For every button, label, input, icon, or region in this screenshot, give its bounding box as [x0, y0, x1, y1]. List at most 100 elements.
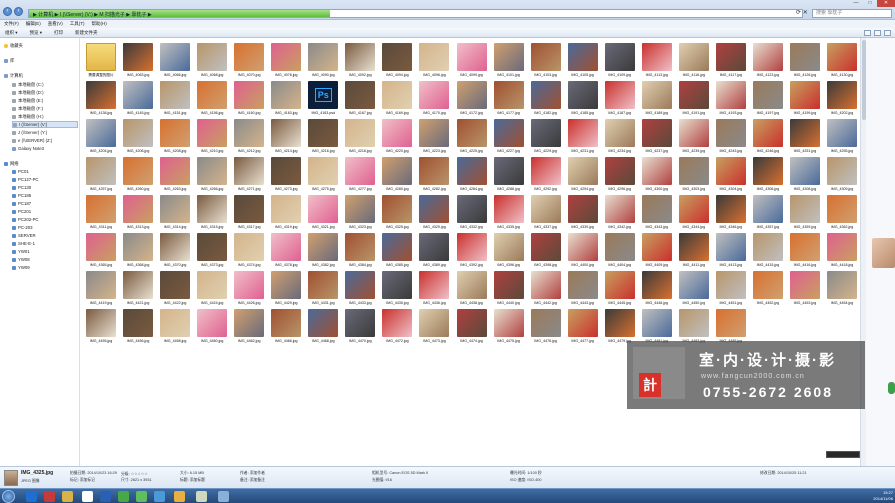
maximize-button[interactable]: □: [863, 0, 877, 7]
detail-field[interactable]: 分级: ☆☆☆☆☆: [121, 471, 148, 477]
file-item[interactable]: IMG_4187.jpg: [603, 80, 637, 120]
file-item[interactable]: IMG_4426.jpg: [232, 270, 266, 310]
file-item[interactable]: IMG_4453.jpg: [788, 270, 822, 310]
file-item[interactable]: IMG_4436.jpg: [417, 270, 451, 310]
file-item[interactable]: IMG_4138.jpg: [84, 80, 118, 120]
file-item[interactable]: IMG_4400.jpg: [566, 232, 600, 272]
file-item[interactable]: IMG_4454.jpg: [825, 270, 858, 310]
view-slider[interactable]: [826, 451, 860, 458]
file-item[interactable]: IMG_4344.jpg: [677, 194, 711, 234]
back-button[interactable]: ‹: [3, 7, 12, 16]
file-item[interactable]: IMG_4266.jpg: [195, 156, 229, 196]
file-item[interactable]: IMG_4475.jpg: [492, 308, 526, 348]
file-item[interactable]: IMG_4389.jpg: [417, 232, 451, 272]
detail-field[interactable]: 大小: 6.15 MB: [180, 471, 204, 476]
side-widget-icon[interactable]: [888, 382, 895, 394]
file-item[interactable]: IMG_4419.jpg: [84, 270, 118, 310]
system-tray[interactable]: 15:27 2014/11/06: [873, 490, 893, 502]
sidebar-item[interactable]: 本地磁盘 (E:): [12, 97, 78, 104]
file-item[interactable]: IMG_4346.jpg: [714, 194, 748, 234]
refresh-icon[interactable]: ⟳ ✕: [796, 9, 810, 18]
sidebar-item[interactable]: SERVER: [12, 232, 78, 239]
sidebar-item[interactable]: PC202-PC: [12, 216, 78, 223]
detail-field[interactable]: 曝光时间: 1/100 秒: [510, 471, 542, 476]
file-item[interactable]: IMG_4474.jpg: [455, 308, 489, 348]
file-item[interactable]: 需要调整的图片: [84, 42, 118, 82]
sidebar-item[interactable]: PC201: [12, 208, 78, 215]
file-item[interactable]: IMG_4117.jpg: [714, 42, 748, 82]
file-item[interactable]: IMG_4282.jpg: [417, 156, 451, 196]
file-item[interactable]: IMG_4156.jpg: [195, 80, 229, 120]
file-item[interactable]: IMG_4362.jpg: [825, 194, 858, 234]
file-item[interactable]: IMG_4145.jpg: [121, 80, 155, 120]
calendar-taskbar-icon[interactable]: [44, 491, 55, 502]
sidebar-item[interactable]: PC130: [12, 184, 78, 191]
file-item[interactable]: IMG_4468.jpg: [306, 308, 340, 348]
file-item[interactable]: IMG_4452.jpg: [751, 270, 785, 310]
new-folder-button[interactable]: 新建文件夹: [75, 28, 98, 37]
file-item[interactable]: IMG_4429.jpg: [269, 270, 303, 310]
file-item[interactable]: IMG_4068.jpg: [195, 42, 229, 82]
help-icon[interactable]: [884, 30, 891, 36]
file-item[interactable]: IMG_4370.jpg: [158, 232, 192, 272]
file-item[interactable]: IMG_4257.jpg: [84, 156, 118, 196]
file-item[interactable]: IMG_4185.jpg: [566, 80, 600, 120]
file-item[interactable]: IMG_4304.jpg: [714, 156, 748, 196]
file-item[interactable]: IMG_4373.jpg: [195, 232, 229, 272]
app-taskbar-icon[interactable]: [82, 491, 93, 502]
file-item[interactable]: IMG_4113.jpg: [640, 42, 674, 82]
sidebar-item[interactable]: YW09: [12, 264, 78, 271]
detail-field[interactable]: 标记: 添加标记: [70, 478, 95, 483]
file-item[interactable]: IMG_4066.jpg: [158, 42, 192, 82]
file-item[interactable]: IMG_4092.jpg: [343, 42, 377, 82]
file-item[interactable]: IMG_4116.jpg: [677, 42, 711, 82]
sidebar-item[interactable]: SHE-E-1: [12, 240, 78, 247]
file-item[interactable]: IMG_4343.jpg: [640, 194, 674, 234]
file-item[interactable]: IMG_4101.jpg: [492, 42, 526, 82]
file-item[interactable]: IMG_4396.jpg: [492, 232, 526, 272]
file-item[interactable]: IMG_4329.jpg: [417, 194, 451, 234]
view-options-icon[interactable]: [864, 30, 871, 36]
word-taskbar-icon[interactable]: [100, 491, 111, 502]
file-item[interactable]: IMG_4411.jpg: [677, 232, 711, 272]
sidebar-item[interactable]: PC186: [12, 192, 78, 199]
file-item[interactable]: IMG_4182.jpg: [529, 80, 563, 120]
file-item[interactable]: IMG_4160.jpg: [232, 80, 266, 120]
sidebar-item[interactable]: 网络: [4, 160, 78, 167]
file-item[interactable]: IMG_4435.jpg: [380, 270, 414, 310]
file-item[interactable]: IMG_4189.jpg: [640, 80, 674, 120]
file-item[interactable]: IMG_4308.jpg: [788, 156, 822, 196]
menu-view[interactable]: 查看(V): [48, 20, 63, 28]
file-item[interactable]: IMG_4216.jpg: [306, 118, 340, 158]
file-item[interactable]: IMG_4415.jpg: [751, 232, 785, 272]
menu-file[interactable]: 文件(F): [4, 20, 19, 28]
file-item[interactable]: IMG_4359.jpg: [788, 194, 822, 234]
file-item[interactable]: IMG_4458.jpg: [158, 308, 192, 348]
file-item[interactable]: IMG_4109.jpg: [603, 42, 637, 82]
file-item[interactable]: IMG_4280.jpg: [380, 156, 414, 196]
file-item[interactable]: IMG_4239.jpg: [677, 118, 711, 158]
sidebar-item[interactable]: 本地磁盘 (H:): [12, 113, 78, 120]
file-item[interactable]: IMG_4300.jpg: [640, 156, 674, 196]
file-item[interactable]: IMG_4309.jpg: [825, 156, 858, 196]
file-item[interactable]: IMG_4462.jpg: [232, 308, 266, 348]
search-input[interactable]: 搜索 靠枕子: [812, 9, 892, 18]
file-item[interactable]: IMG_4103.jpg: [529, 42, 563, 82]
photoshop-taskbar-icon[interactable]: [26, 491, 37, 502]
file-item[interactable]: IMG_4384.jpg: [343, 232, 377, 272]
file-item[interactable]: IMG_4151.jpg: [158, 80, 192, 120]
file-item[interactable]: IMG_4378.jpg: [269, 232, 303, 272]
file-item[interactable]: IMG_4096.jpg: [417, 42, 451, 82]
detail-field[interactable]: 标题: 添加标题: [180, 478, 205, 483]
file-item[interactable]: IMG_4337.jpg: [529, 194, 563, 234]
file-item[interactable]: IMG_4385.jpg: [380, 232, 414, 272]
close-button[interactable]: ✕: [877, 0, 895, 7]
menu-tools[interactable]: 工具(T): [70, 20, 85, 28]
file-item[interactable]: IMG_4455.jpg: [84, 308, 118, 348]
detail-field[interactable]: 相机型号: Canon EOS 5D Mark II: [372, 471, 428, 476]
file-item[interactable]: IMG_4197.jpg: [751, 80, 785, 120]
file-item[interactable]: IMG_4392.jpg: [455, 232, 489, 272]
file-item[interactable]: IMG_4234.jpg: [603, 118, 637, 158]
file-item[interactable]: IMG_4294.jpg: [566, 156, 600, 196]
preview-pane-icon[interactable]: [874, 30, 881, 36]
